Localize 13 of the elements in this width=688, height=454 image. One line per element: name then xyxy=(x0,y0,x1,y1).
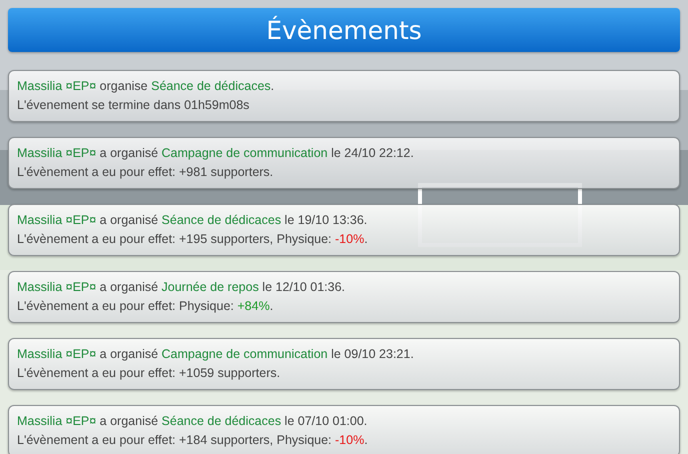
event-text: Massilia ¤EP¤ a organisé Journée de repos le 12/10 01:36. xyxy=(17,279,346,296)
event-text: L'évènement a eu pour effet: Physique: +84%. xyxy=(17,298,274,315)
event-text: L'évènement a eu pour effet: +195 supporters, Physique: -10%. xyxy=(17,231,369,248)
event-text: L'évènement a eu pour effet: +1059 supporters. xyxy=(17,365,282,382)
event-text: Massilia ¤EP¤ organise Séance de dédicaces. xyxy=(17,78,276,95)
event-text: L'évenement se termine dans 01h59m08s xyxy=(17,97,250,114)
event-text: Massilia ¤EP¤ a organisé Séance de dédicaces le 07/10 01:00. xyxy=(17,413,368,430)
event-text: Massilia ¤EP¤ a organisé Campagne de communication le 09/10 23:21. xyxy=(17,346,415,363)
event-text: L'évènement a eu pour effet: +981 supporters. xyxy=(17,164,274,181)
event-text: L'évènement a eu pour effet: +184 supporters, Physique: -10%. xyxy=(17,432,369,449)
page-title: Évènements xyxy=(266,16,422,44)
event-text: Massilia ¤EP¤ a organisé Campagne de communication le 24/10 22:12. xyxy=(17,145,415,162)
event-text: Massilia ¤EP¤ a organisé Séance de dédicaces le 19/10 13:36. xyxy=(17,212,368,229)
